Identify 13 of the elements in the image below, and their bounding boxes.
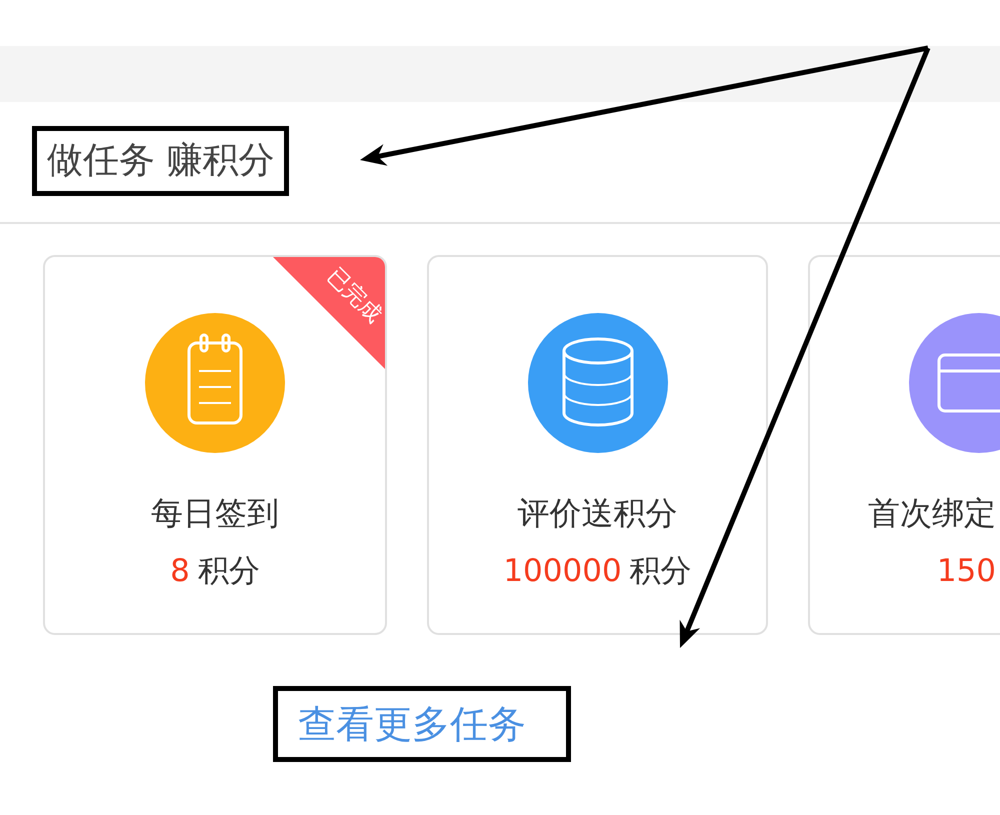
task-title: 评价送积分 (518, 493, 678, 533)
points-value: 150 (936, 552, 996, 591)
task-card[interactable]: 每日签到 8 积分 已完成 (43, 255, 387, 635)
task-card[interactable]: 评价送积分 100000 积分 (427, 255, 768, 635)
task-title: 每日签到 (151, 493, 279, 533)
task-title: 首次绑定 (868, 493, 996, 533)
points-unit: 积分 (198, 552, 260, 591)
points-unit: 积分 (630, 552, 692, 591)
task-card[interactable]: 首次绑定 150 (808, 255, 1000, 635)
ribbon-text: 已完成 (321, 263, 385, 329)
points-value: 8 (170, 552, 190, 591)
points-value: 100000 (503, 552, 622, 591)
section-heading: 做任务 赚积分 (32, 126, 290, 196)
